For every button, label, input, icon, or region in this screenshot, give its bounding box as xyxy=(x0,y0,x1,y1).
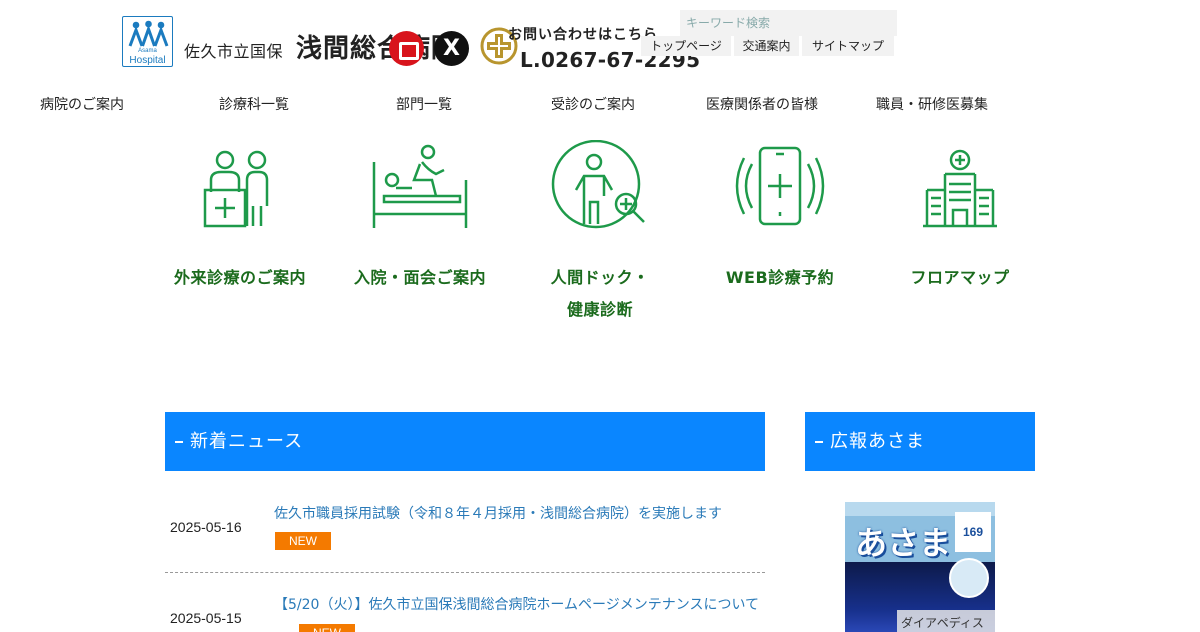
feature-health-check[interactable]: 人間ドック・健康診断 xyxy=(515,140,685,319)
feature-inpatient[interactable]: 入院・面会ご案内 xyxy=(335,140,505,287)
nav-item-divisions[interactable]: 部門一覧 xyxy=(396,94,452,114)
news-divider xyxy=(165,572,765,573)
nav-item-visit-guide[interactable]: 受診のご案内 xyxy=(551,94,635,114)
logo-text: Hospital xyxy=(129,55,166,66)
smartphone-medical-icon xyxy=(735,146,825,226)
hospital-prefix: 佐久市立国保 xyxy=(184,42,284,61)
search-input[interactable] xyxy=(680,10,897,36)
contact-label: お問い合わせはこちら xyxy=(508,27,658,43)
util-link-top[interactable]: トップページ xyxy=(641,36,731,56)
news-section-title: 新着ニュース xyxy=(165,412,765,471)
hospital-logo[interactable]: Asama Hospital xyxy=(122,16,173,67)
feature-inpatient-label: 入院・面会ご案内 xyxy=(353,268,486,287)
cover-circle xyxy=(949,558,989,598)
feature-outpatient-label: 外来診療のご案内 xyxy=(173,268,306,287)
cover-issue-number: 169 xyxy=(955,512,991,552)
nav-item-recruit[interactable]: 職員・研修医募集 xyxy=(876,94,988,114)
kouhou-cover-image[interactable]: あさま 169 ダイアペディス xyxy=(845,502,995,632)
news-date: 2025-05-15 xyxy=(170,610,242,626)
feature-health-check-label: 人間ドック・健康診断 xyxy=(550,268,650,319)
feature-web-reservation[interactable]: WEB診療予約 xyxy=(695,140,865,287)
x-social-icon[interactable]: X xyxy=(434,31,469,66)
logo-subtext: Asama xyxy=(138,48,157,54)
hospital-building-icon xyxy=(923,149,997,228)
new-badge: NEW xyxy=(299,624,355,632)
nav-item-departments[interactable]: 診療科一覧 xyxy=(219,94,289,114)
new-badge: NEW xyxy=(275,532,331,550)
cover-caption: ダイアペディス xyxy=(897,610,995,632)
sns-red-icon[interactable] xyxy=(389,31,424,66)
health-check-icon xyxy=(551,140,645,229)
nav-item-about[interactable]: 病院のご案内 xyxy=(40,94,124,114)
news-link[interactable]: 【5/20（火）】佐久市立国保浅間総合病院ホームページメンテナンスについて xyxy=(274,594,764,616)
feature-floor-map[interactable]: フロアマップ xyxy=(875,140,1045,287)
x-glyph: X xyxy=(443,36,460,61)
outpatient-icon xyxy=(203,150,269,228)
feature-floor-map-label: フロアマップ xyxy=(910,268,1010,287)
logo-figures-icon xyxy=(128,20,169,47)
hospital-bed-icon xyxy=(372,144,468,228)
util-link-sitemap[interactable]: サイトマップ xyxy=(802,36,894,56)
cover-title: あさま xyxy=(855,524,952,562)
kouhou-section-title: 広報あさま xyxy=(805,412,1035,471)
feature-outpatient[interactable]: 外来診療のご案内 xyxy=(155,140,325,287)
news-link[interactable]: 佐久市職員採用試験（令和８年４月採用・浅間総合病院）を実施します xyxy=(274,503,764,525)
news-date: 2025-05-16 xyxy=(170,519,242,535)
util-link-access[interactable]: 交通案内 xyxy=(734,36,799,56)
nav-item-medical-professionals[interactable]: 医療関係者の皆様 xyxy=(706,94,818,114)
feature-web-reservation-label: WEB診療予約 xyxy=(725,268,835,287)
